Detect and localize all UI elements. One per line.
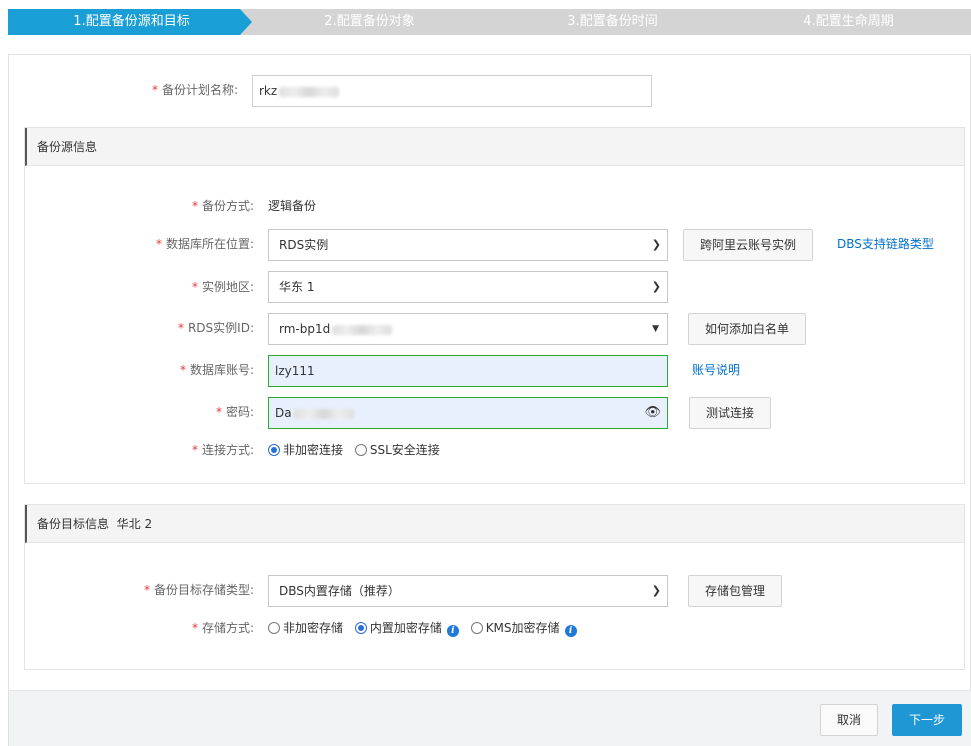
- password-label: * 密码:: [215, 405, 254, 419]
- step-2: 2.配置备份对象: [240, 9, 499, 35]
- plan-name-input[interactable]: rkz: [252, 75, 652, 107]
- next-button[interactable]: 下一步: [892, 704, 962, 736]
- test-connection-button[interactable]: 测试连接: [689, 397, 771, 429]
- link-types-link[interactable]: DBS支持链路类型: [837, 234, 934, 254]
- whitelist-button[interactable]: 如何添加白名单: [688, 313, 806, 345]
- cancel-button[interactable]: 取消: [820, 704, 878, 736]
- caret-down-icon: ▼: [652, 324, 659, 334]
- step-4: 4.配置生命周期: [726, 9, 971, 35]
- plan-name-label: * 备份计划名称:: [151, 83, 238, 97]
- connection-options: 非加密连接 SSL安全连接: [268, 440, 440, 460]
- source-panel-title: 备份源信息: [25, 128, 964, 166]
- info-icon[interactable]: i: [564, 625, 577, 637]
- target-panel-title: 备份目标信息 华北 2: [25, 505, 964, 543]
- region-label: * 实例地区:: [191, 280, 254, 294]
- step-4-label: 4.配置生命周期: [803, 14, 894, 29]
- account-help-link[interactable]: 账号说明: [692, 360, 740, 380]
- rds-id-label: * RDS实例ID:: [177, 321, 254, 335]
- storage-option-plain[interactable]: 非加密存储: [268, 621, 343, 635]
- db-location-select[interactable]: RDS实例 ❯: [268, 229, 668, 261]
- storage-package-button[interactable]: 存储包管理: [688, 575, 782, 607]
- eye-icon[interactable]: 👁: [644, 398, 661, 428]
- source-panel: 备份源信息: [24, 127, 965, 484]
- cross-account-button[interactable]: 跨阿里云账号实例: [683, 229, 813, 261]
- storage-method-options: 非加密存储 内置加密存储 i KMS加密存储 i: [268, 618, 577, 638]
- backup-method-value: 逻辑备份: [268, 199, 317, 213]
- connection-label: * 连接方式:: [191, 443, 254, 457]
- chevron-down-icon: ❯: [651, 280, 661, 293]
- step-1: 1.配置备份源和目标: [8, 9, 255, 35]
- storage-option-kms[interactable]: KMS加密存储: [470, 621, 560, 635]
- chevron-down-icon: ❯: [651, 238, 661, 251]
- step-1-label: 1.配置备份源和目标: [73, 14, 190, 29]
- progress-steps: 1.配置备份源和目标 2.配置备份对象 3.配置备份时间 4.配置生命周期: [8, 9, 971, 35]
- db-location-label: * 数据库所在位置:: [155, 237, 254, 251]
- db-account-input[interactable]: lzy111: [268, 355, 668, 387]
- db-account-label: * 数据库账号:: [179, 363, 254, 377]
- backup-method-label: * 备份方式:: [191, 199, 254, 213]
- region-select[interactable]: 华东 1 ❯: [268, 271, 668, 303]
- storage-method-label: * 存储方式:: [191, 621, 254, 635]
- step-2-label: 2.配置备份对象: [324, 14, 415, 29]
- info-icon[interactable]: i: [446, 625, 459, 637]
- target-region: 华北 2: [116, 517, 153, 531]
- step-3: 3.配置备份时间: [483, 9, 742, 35]
- storage-type-select[interactable]: DBS内置存储（推荐） ❯: [268, 575, 668, 607]
- rds-id-select[interactable]: rm-bp1d ▼: [268, 313, 668, 345]
- storage-type-label: * 备份目标存储类型:: [143, 583, 254, 597]
- connection-option-plain[interactable]: 非加密连接: [268, 443, 343, 457]
- password-input[interactable]: Da 👁: [268, 397, 668, 429]
- chevron-down-icon: ❯: [651, 584, 661, 597]
- storage-option-builtin[interactable]: 内置加密存储: [354, 621, 442, 635]
- connection-option-ssl[interactable]: SSL安全连接: [354, 443, 440, 457]
- step-3-label: 3.配置备份时间: [567, 14, 658, 29]
